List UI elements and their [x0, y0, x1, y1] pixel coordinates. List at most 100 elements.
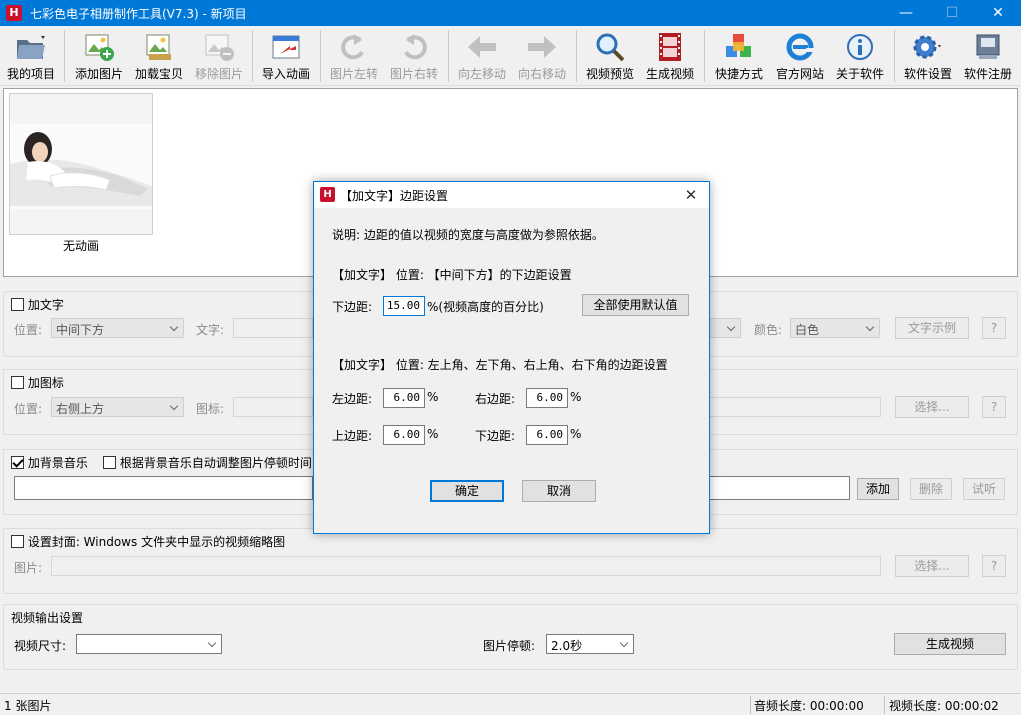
toolbar-my-projects[interactable]: 我的项目	[2, 28, 60, 84]
margin-settings-dialog: H 【加文字】边距设置 ✕ 说明: 边距的值以视频的宽度与高度做为参照依据。 【…	[313, 181, 710, 534]
right-margin-label: 右边距:	[475, 392, 516, 406]
toolbar-label: 添加图片	[74, 67, 123, 81]
delete-music-button[interactable]: 删除	[910, 478, 952, 500]
cover-help-button[interactable]: ?	[982, 555, 1006, 577]
toolbar-add-image[interactable]: 添加图片	[70, 28, 128, 84]
icon-label: 图标:	[196, 402, 225, 416]
icon-path-input[interactable]	[233, 397, 313, 417]
toolbar-about[interactable]: 关于软件	[831, 28, 889, 84]
section2-heading: 【加文字】 位置: 左上角、左下角、右上角、右下角的边距设置	[332, 358, 668, 372]
color-label: 颜色:	[754, 323, 783, 337]
top-margin-input[interactable]: 6.00	[383, 425, 425, 445]
toolbar-shortcut[interactable]: 快捷方式	[709, 28, 769, 84]
toolbar-move-left[interactable]: 向左移动	[453, 28, 511, 84]
add-image-icon	[85, 34, 114, 61]
toolbar-settings[interactable]: 软件设置	[899, 28, 957, 84]
image-thumbnail[interactable]	[9, 93, 153, 235]
text-position-select[interactable]: 中间下方	[51, 318, 184, 338]
percent-sign: %	[570, 427, 582, 441]
reset-defaults-button[interactable]: 全部使用默认值	[582, 294, 689, 316]
toolbar-move-right[interactable]: 向右移动	[513, 28, 571, 84]
add-icon-checkbox[interactable]	[11, 376, 24, 389]
cover-checkbox-row[interactable]: 设置封面: Windows 文件夹中显示的视频缩略图	[11, 533, 285, 550]
toolbar-load-images[interactable]: 加载宝贝	[130, 28, 188, 84]
toolbar-label: 导入动画	[261, 67, 310, 81]
toolbar-website[interactable]: 官方网站	[771, 28, 829, 84]
auto-adjust-checkbox-row[interactable]: 根据背景音乐自动调整图片停顿时间	[103, 454, 312, 471]
icon-select-button[interactable]: 选择...	[895, 396, 969, 418]
status-bar: 1 张图片 音频长度: 00:00:00 视频长度: 00:00:02	[0, 693, 1021, 715]
cover-image-input[interactable]	[51, 556, 881, 576]
percent-sign: %	[570, 390, 582, 404]
toolbar-label: 关于软件	[835, 67, 884, 81]
icon-path-input-end[interactable]	[709, 397, 881, 417]
right-margin-input[interactable]: 6.00	[526, 388, 568, 408]
window-title: 七彩色电子相册制作工具(V7.3) - 新项目	[30, 7, 247, 21]
add-icon-checkbox-row[interactable]: 加图标	[11, 374, 64, 391]
color-select[interactable]: 白色	[790, 318, 880, 338]
toolbar-register[interactable]: 软件注册	[959, 28, 1017, 84]
ok-button[interactable]: 确定	[430, 480, 504, 502]
cubes-icon	[726, 34, 751, 57]
toolbar-import-animation[interactable]: 导入动画	[257, 28, 315, 84]
toolbar-remove-image[interactable]: 移除图片	[190, 28, 248, 84]
music-list-end[interactable]	[709, 476, 850, 500]
music-list[interactable]	[14, 476, 313, 500]
cover-select-button[interactable]: 选择...	[895, 555, 969, 577]
gear-icon	[913, 35, 941, 59]
cancel-button[interactable]: 取消	[522, 480, 596, 502]
toolbar-label: 移除图片	[194, 67, 243, 81]
listen-music-button[interactable]: 试听	[963, 478, 1005, 500]
toolbar-label: 快捷方式	[714, 67, 763, 81]
toolbar-label: 官方网站	[775, 67, 824, 81]
cover-image-label: 图片:	[14, 561, 43, 575]
auto-adjust-checkbox[interactable]	[103, 456, 116, 469]
cover-label: 设置封面: Windows 文件夹中显示的视频缩略图	[27, 535, 286, 549]
bottom-margin-unit: %(视频高度的百分比)	[427, 300, 544, 314]
bottom-margin-input[interactable]: 15.00	[383, 296, 425, 316]
text-sample-button[interactable]: 文字示例	[895, 317, 969, 339]
minimize-button[interactable]: —	[883, 0, 929, 26]
font-select[interactable]	[709, 318, 741, 338]
dialog-close-button[interactable]: ✕	[680, 185, 702, 205]
magnifier-icon	[596, 33, 625, 62]
remove-image-icon	[205, 34, 234, 61]
percent-sign: %	[427, 427, 439, 441]
toolbar-label: 图片右转	[389, 67, 438, 81]
icon-help-button[interactable]: ?	[982, 396, 1006, 418]
toolbar-rotate-left[interactable]: 图片左转	[325, 28, 383, 84]
section1-heading: 【加文字】 位置: 【中间下方】的下边距设置	[332, 268, 572, 282]
toolbar-video-preview[interactable]: 视频预览	[581, 28, 639, 84]
toolbar-label: 软件设置	[903, 67, 952, 81]
text-help-button[interactable]: ?	[982, 317, 1006, 339]
image-count: 1 张图片	[4, 699, 52, 713]
video-size-select[interactable]	[76, 634, 222, 654]
video-length: 视频长度: 00:00:02	[889, 699, 999, 713]
add-text-checkbox-row[interactable]: 加文字	[11, 296, 64, 313]
add-music-button[interactable]: 添加	[857, 478, 899, 500]
dialog-app-icon: H	[320, 187, 335, 202]
toolbar-rotate-right[interactable]: 图片右转	[385, 28, 443, 84]
close-button[interactable]: ✕	[975, 0, 1021, 26]
maximize-button[interactable]: ☐	[929, 0, 975, 26]
video-size-label: 视频尺寸:	[14, 639, 67, 653]
pause-select[interactable]: 2.0秒	[546, 634, 634, 654]
info-icon	[847, 34, 873, 60]
dialog-title-bar: H 【加文字】边距设置 ✕	[314, 182, 709, 208]
toolbar-generate-video[interactable]: 生成视频	[641, 28, 699, 84]
toolbar-label: 图片左转	[329, 67, 378, 81]
photo-thumbnail	[10, 94, 152, 234]
cover-checkbox[interactable]	[11, 535, 24, 548]
generate-video-button[interactable]: 生成视频	[894, 633, 1006, 655]
corner-bottom-margin-input[interactable]: 6.00	[526, 425, 568, 445]
text-input[interactable]	[233, 318, 313, 338]
left-margin-input[interactable]: 6.00	[383, 388, 425, 408]
icon-position-select[interactable]: 右侧上方	[51, 397, 184, 417]
bg-music-checkbox[interactable]	[11, 456, 24, 469]
ie-icon	[786, 33, 814, 61]
toolbar-label: 加载宝贝	[134, 67, 183, 81]
register-icon	[976, 34, 1000, 59]
add-text-checkbox[interactable]	[11, 298, 24, 311]
bg-music-checkbox-row[interactable]: 加背景音乐	[11, 454, 88, 471]
add-text-label: 加文字	[27, 298, 64, 312]
